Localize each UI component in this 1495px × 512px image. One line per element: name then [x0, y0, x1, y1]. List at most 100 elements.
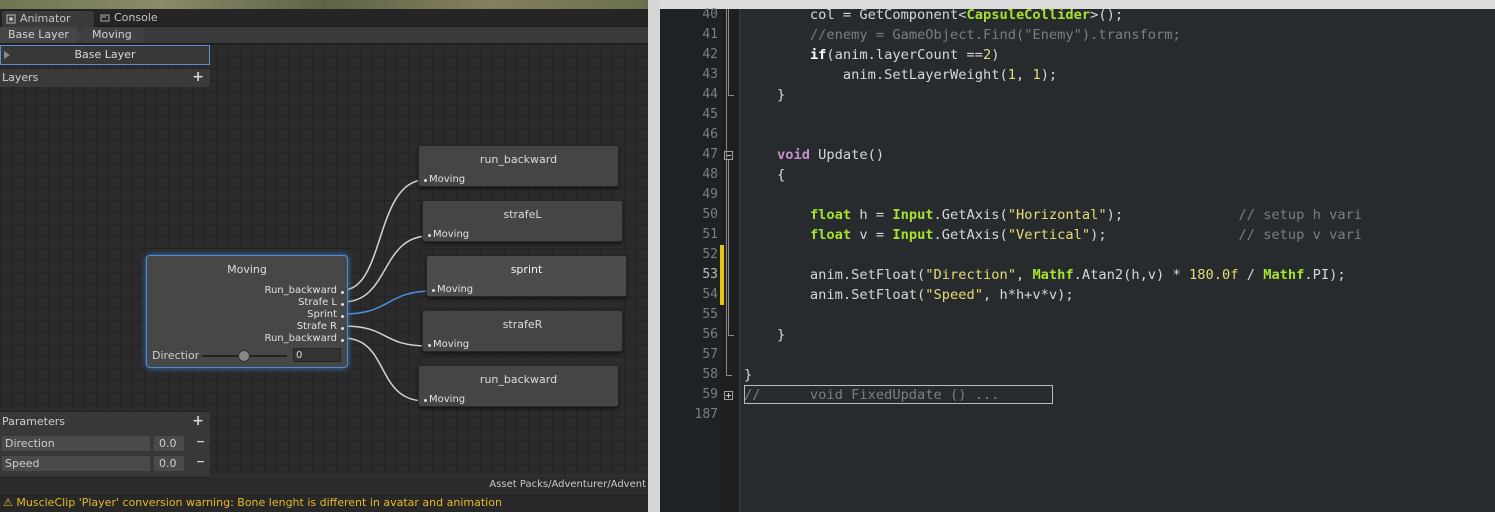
- add-parameter-icon[interactable]: +: [192, 413, 204, 429]
- state-node-run-backward-bottom[interactable]: run_backward Moving: [418, 365, 619, 407]
- code-line: }: [744, 87, 786, 103]
- add-layer-icon[interactable]: +: [192, 69, 204, 85]
- change-marker: [720, 245, 724, 265]
- input-port-label: Moving: [433, 229, 470, 240]
- animator-window: Animator Console Base Layer Moving Base …: [0, 0, 648, 512]
- line-number: 43: [702, 67, 718, 82]
- line-number: 48: [702, 167, 718, 182]
- fold-guide: [726, 9, 727, 375]
- line-number: 187: [694, 407, 718, 422]
- code-line: anim.SetFloat("Speed", h*h+v*v);: [744, 287, 1074, 303]
- state-node-moving[interactable]: Moving Run_backward Strafe L Sprint Stra…: [146, 255, 348, 368]
- output-port-dot[interactable]: [341, 291, 344, 294]
- line-number: 55: [702, 307, 718, 322]
- state-node-title: strafeR: [502, 318, 543, 331]
- fold-guide: [728, 9, 729, 95]
- line-number: 58: [702, 367, 718, 382]
- line-number: 59: [702, 387, 718, 402]
- input-port-dot[interactable]: [424, 399, 427, 402]
- fold-guide-end: [726, 375, 732, 376]
- line-number: 47: [702, 147, 718, 162]
- code-line: col = GetComponent<CapsuleCollider>();: [744, 7, 1124, 23]
- code-line: {: [744, 167, 786, 183]
- input-port-dot[interactable]: [428, 344, 431, 347]
- line-number: 40: [702, 7, 718, 22]
- parameter-row: Direction 0.0 −: [2, 435, 208, 452]
- state-node-sprint[interactable]: sprint Moving: [426, 255, 627, 297]
- output-port-label: Sprint: [307, 309, 337, 320]
- line-number: 41: [702, 27, 718, 42]
- status-message: MuscleClip 'Player' conversion warning: …: [16, 496, 502, 509]
- link-run-backward-bottom: [342, 337, 426, 402]
- parameter-row: Speed 0.0 −: [2, 455, 208, 472]
- fold-guide-end: [728, 335, 734, 336]
- output-port-dot[interactable]: [341, 303, 344, 306]
- direction-label: Direction: [152, 349, 199, 362]
- line-number: 54: [702, 287, 718, 302]
- code-editor[interactable]: 40 41 42 43 44 45 46 47 48 49 50 51 52 5…: [660, 0, 1495, 512]
- code-line: anim.SetLayerWeight(1, 1);: [744, 67, 1058, 83]
- state-node-run-backward-top[interactable]: run_backward Moving: [418, 145, 619, 187]
- input-port-dot[interactable]: [428, 234, 431, 237]
- line-number: 51: [702, 227, 718, 242]
- parameters-panel: Parameters + Direction 0.0 − Speed 0.0 −: [0, 411, 210, 476]
- state-node-title: run_backward: [479, 373, 558, 386]
- line-number: 49: [702, 187, 718, 202]
- output-port-dot[interactable]: [341, 339, 344, 342]
- warning-icon: ⚠: [3, 496, 13, 509]
- input-port-label: Moving: [429, 394, 466, 405]
- state-node-title: sprint: [510, 263, 543, 276]
- state-node-title: Moving: [227, 263, 267, 276]
- input-port-dot[interactable]: [432, 289, 435, 292]
- remove-parameter-icon[interactable]: −: [196, 435, 205, 448]
- link-strafe-r: [342, 325, 430, 347]
- input-port-label: Moving: [437, 284, 474, 295]
- direction-value-field[interactable]: 0: [293, 348, 341, 362]
- parameter-value-field[interactable]: 0.0: [154, 436, 184, 451]
- code-line: //enemy = GameObject.Find("Enemy").trans…: [809, 27, 1181, 43]
- output-port-dot[interactable]: [341, 315, 344, 318]
- code-line: // void FixedUpdate () ...: [744, 387, 1000, 403]
- code-line: }: [744, 367, 753, 383]
- line-number: 44: [702, 87, 718, 102]
- code-line: void Update(): [776, 147, 885, 163]
- panel-divider[interactable]: [648, 0, 660, 512]
- input-port-dot[interactable]: [424, 179, 427, 182]
- line-number: 42: [702, 47, 718, 62]
- remove-parameter-icon[interactable]: −: [196, 455, 205, 468]
- state-node-strafe-l[interactable]: strafeL Moving: [422, 200, 623, 242]
- state-node-title: strafeL: [503, 208, 542, 221]
- code-line: float v = Input.GetAxis("Vertical"); // …: [809, 227, 1363, 243]
- parameter-name-field[interactable]: Direction: [2, 436, 150, 451]
- output-port-label: Run_backward: [264, 285, 337, 296]
- output-port-label: Strafe R: [296, 321, 337, 332]
- layers-panel: Layers +: [0, 69, 210, 87]
- output-port-label: Strafe L: [298, 297, 337, 308]
- layer-dropdown-label: Base Layer: [74, 48, 136, 61]
- code-line: }: [744, 327, 786, 343]
- line-number-gutter: 40 41 42 43 44 45 46 47 48 49 50 51 52 5…: [660, 7, 720, 512]
- status-bar[interactable]: ⚠ MuscleClip 'Player' conversion warning…: [0, 494, 648, 512]
- layer-dropdown[interactable]: Base Layer: [0, 45, 210, 65]
- gutter-divider: [739, 9, 740, 512]
- input-port-label: Moving: [433, 339, 470, 350]
- direction-slider-thumb[interactable]: [238, 350, 250, 362]
- fold-guide: [728, 160, 729, 335]
- change-marker: [720, 285, 724, 305]
- line-number: 46: [702, 127, 718, 142]
- asset-path-label: Asset Packs/Adventurer/Advent: [0, 477, 648, 492]
- line-number: 45: [702, 107, 718, 122]
- line-number: 52: [702, 247, 718, 262]
- parameters-title: Parameters: [2, 415, 65, 428]
- parameter-name-field[interactable]: Speed: [2, 456, 150, 471]
- parameter-value-field[interactable]: 0.0: [154, 456, 184, 471]
- link-run-backward-top: [342, 179, 426, 291]
- output-port-dot[interactable]: [341, 327, 344, 330]
- line-number: 53: [702, 267, 718, 282]
- line-number: 56: [702, 327, 718, 342]
- state-node-strafe-r[interactable]: strafeR Moving: [422, 310, 623, 352]
- layers-title: Layers: [2, 71, 39, 84]
- line-number: 50: [702, 207, 718, 222]
- expand-icon[interactable]: [724, 391, 733, 400]
- change-marker: [720, 265, 724, 285]
